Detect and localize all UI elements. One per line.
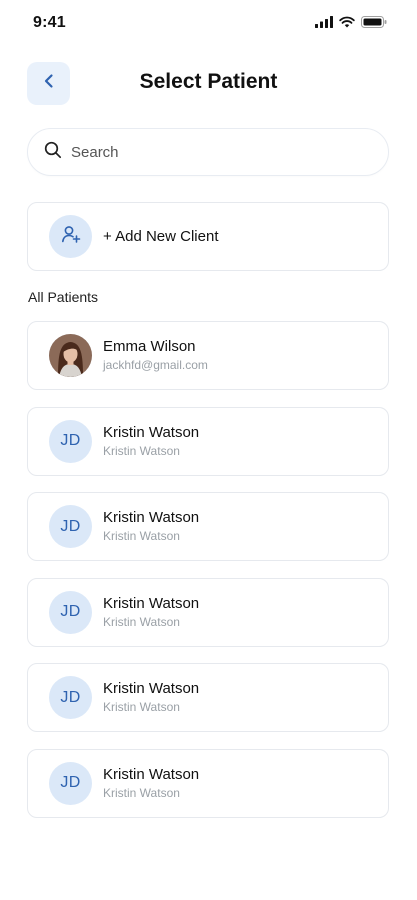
cellular-signal-icon xyxy=(315,16,333,28)
header: Select Patient xyxy=(0,62,417,106)
status-bar: 9:41 xyxy=(0,0,417,48)
avatar-initials: JD xyxy=(60,517,81,535)
avatar-photo xyxy=(49,334,92,377)
avatar: JD xyxy=(49,590,92,634)
avatar xyxy=(49,334,92,377)
status-icons xyxy=(315,16,387,28)
avatar: JD xyxy=(49,761,92,805)
search-icon xyxy=(44,141,62,164)
patient-card[interactable]: JD Kristin Watson Kristin Watson xyxy=(27,406,389,476)
page-title: Select Patient xyxy=(139,70,278,93)
patient-list: Emma Wilson jackhfd@gmail.com JD Kristin… xyxy=(27,321,389,834)
user-plus-icon xyxy=(61,224,81,249)
patient-card[interactable]: JD Kristin Watson Kristin Watson xyxy=(27,748,389,818)
patient-subtitle: Kristin Watson xyxy=(103,700,180,714)
patient-email: jackhfd@gmail.com xyxy=(103,358,208,372)
avatar: JD xyxy=(49,505,92,548)
patient-card[interactable]: Emma Wilson jackhfd@gmail.com xyxy=(27,321,389,390)
patient-card[interactable]: JD Kristin Watson Kristin Watson xyxy=(27,663,389,732)
patient-subtitle: Kristin Watson xyxy=(103,529,180,543)
add-new-client-button[interactable]: + Add New Client xyxy=(27,202,389,271)
patient-subtitle: Kristin Watson xyxy=(103,614,180,629)
patient-name: Kristin Watson xyxy=(103,594,200,612)
patient-subtitle: Kristin Watson xyxy=(103,443,180,458)
add-client-avatar xyxy=(49,215,92,258)
search-bar[interactable] xyxy=(27,128,389,176)
avatar-initials: JD xyxy=(60,603,81,620)
search-input[interactable] xyxy=(71,143,351,161)
avatar-initials: JD xyxy=(60,432,81,449)
patient-name: Kristin Watson xyxy=(103,423,200,441)
add-new-client-label: + Add New Client xyxy=(103,228,219,245)
patient-name: Kristin Watson xyxy=(103,509,200,526)
patient-subtitle: Kristin Watson xyxy=(103,785,180,800)
patient-name: Kristin Watson xyxy=(103,680,200,697)
avatar: JD xyxy=(49,419,92,463)
avatar-initials: JD xyxy=(60,688,81,706)
wifi-icon xyxy=(339,16,355,28)
status-time: 9:41 xyxy=(33,14,66,31)
avatar: JD xyxy=(49,676,92,719)
patient-card[interactable]: JD Kristin Watson Kristin Watson xyxy=(27,492,389,561)
battery-icon xyxy=(361,16,387,28)
patient-name: Kristin Watson xyxy=(103,765,200,783)
section-label-all-patients: All Patients xyxy=(28,289,99,305)
patient-card[interactable]: JD Kristin Watson Kristin Watson xyxy=(27,577,389,647)
avatar-initials: JD xyxy=(60,774,81,791)
patient-name: Emma Wilson xyxy=(103,338,196,355)
